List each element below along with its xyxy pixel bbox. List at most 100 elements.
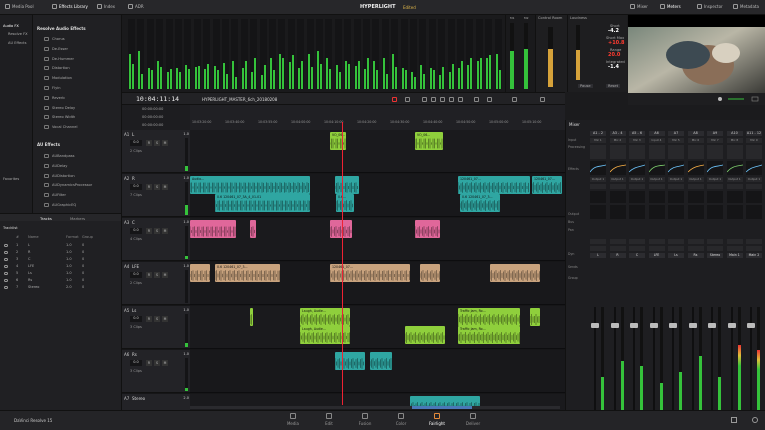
dynamics-graph[interactable] [707,205,723,219]
channel-eq-graph[interactable] [590,161,606,175]
pan-knob-icon[interactable] [629,191,645,203]
channel-output-selector[interactable]: Output 1 [746,177,762,182]
range-tool-icon[interactable] [405,97,410,102]
track-header-a6[interactable]: A6 Rs 1.0 0.0 R S M 3 Clips [122,350,190,393]
pan-knob-icon[interactable] [668,191,684,203]
track-lane-a3[interactable] [190,218,565,261]
tab-markers[interactable]: Markers [70,216,85,221]
channel-bus-slot[interactable] [746,184,762,189]
select-tool-icon[interactable] [392,97,397,102]
channel-effects-slot[interactable] [629,145,645,159]
tracklist-row[interactable]: 2 R 1.0 0 [0,249,121,256]
audio-clip[interactable] [250,220,256,238]
mute-button[interactable]: M [162,316,168,322]
effect-item[interactable]: AUDynamicsProcessor [44,183,92,188]
fader-cap[interactable] [688,323,697,329]
dynamics-graph[interactable] [726,205,743,219]
channel-output-selector[interactable]: Output 1 [668,177,684,182]
channel-eq-graph[interactable] [726,161,743,175]
effect-item[interactable]: Stereo Width [44,115,75,120]
channel-fader[interactable] [590,307,606,415]
solo-button[interactable]: S [154,184,160,190]
channel-fader[interactable] [629,307,645,415]
channel-eq-graph[interactable] [648,161,665,175]
mute-button[interactable]: M [162,184,168,190]
tree-resolve-fx[interactable]: Resolve FX [8,32,28,36]
channel-group-slot[interactable] [746,246,762,251]
record-arm-button[interactable]: R [146,360,152,366]
audio-clip[interactable]: 0.6 120461_07_3A_4_01-01 [215,194,310,212]
channel-fader[interactable] [746,307,762,415]
effect-item[interactable]: Distortion [44,66,70,71]
audio-clip[interactable]: Audio... [190,176,310,194]
channel-sends-slot[interactable] [726,239,743,244]
settings-icon[interactable] [752,417,758,423]
index-button[interactable]: Index [97,4,115,9]
channel-effects-slot[interactable] [707,145,723,159]
channel-sends-slot[interactable] [609,239,626,244]
channel-sends-slot[interactable] [746,239,762,244]
effect-item[interactable]: Flyin [44,86,60,90]
channel-sends-slot[interactable] [590,239,606,244]
pan-knob-icon[interactable] [609,191,626,203]
page-tab-deliver[interactable]: Deliver [458,413,488,426]
page-tab-fairlight[interactable]: Fairlight [422,413,452,426]
pan-knob-icon[interactable] [590,191,606,203]
channel-output-selector[interactable]: Output 1 [726,177,743,182]
channel-eq-graph[interactable] [668,161,684,175]
dynamics-graph[interactable] [746,205,762,219]
channel-output-selector[interactable]: Output 1 [707,177,723,182]
channel-output-selector[interactable]: Output 1 [629,177,645,182]
dynamics-graph[interactable] [590,205,606,219]
dynamics-graph[interactable] [687,205,704,219]
track-lane-a4[interactable]: 0.6 120461_07_3...120461_07... [190,262,565,305]
visibility-eye-icon[interactable] [4,278,8,282]
channel-group-slot[interactable] [590,246,606,251]
channel-effects-slot[interactable] [668,145,684,159]
channel-group-slot[interactable] [687,246,704,251]
track-volume[interactable]: 0.0 [130,184,142,190]
visibility-eye-icon[interactable] [4,250,8,254]
visibility-eye-icon[interactable] [4,257,8,261]
audio-clip[interactable] [250,308,253,326]
channel-fader[interactable] [610,307,626,415]
effect-item[interactable]: AUDistortion [44,173,75,178]
channel-group-slot[interactable] [648,246,665,251]
home-icon[interactable] [731,417,737,423]
audio-clip[interactable] [420,264,440,282]
channel-input-selector[interactable]: Mic 3 [629,138,645,143]
track-lane-a2[interactable]: Audio... 0.6 120461_07_3A_4_01-01 0.6... 12… [190,174,565,217]
effect-item[interactable]: AUBandpass [44,154,75,158]
audio-clip[interactable] [490,264,540,282]
effect-item[interactable]: Reverb [44,95,65,100]
track-volume[interactable]: 0.0 [130,228,142,234]
solo-button[interactable]: S [154,140,160,146]
audio-clip[interactable] [370,352,392,370]
channel-eq-graph[interactable] [687,161,704,175]
effect-item[interactable]: De-Esser [44,46,68,51]
channel-sends-slot[interactable] [707,239,723,244]
channel-fader[interactable] [707,307,723,415]
audio-clip[interactable]: Traffic Jam, Ro... [458,326,520,344]
effect-item[interactable]: Stereo Delay [44,105,75,110]
channel-input-selector[interactable]: Input 4 [648,138,665,143]
channel-input-selector[interactable]: Mic 8 [726,138,743,143]
channel-output-selector[interactable]: Output 1 [648,177,665,182]
channel-fader[interactable] [688,307,704,415]
channel-input-selector[interactable]: Mic 1 [590,138,606,143]
visibility-eye-icon[interactable] [4,285,8,289]
channel-effects-slot[interactable] [687,145,704,159]
video-viewer[interactable] [628,15,765,105]
audio-clip[interactable] [335,352,365,370]
fader-cap[interactable] [727,323,736,329]
record-arm-button[interactable]: R [146,140,152,146]
tracklist-row[interactable]: 7 Stereo 2.0 0 [0,284,121,291]
audio-clip[interactable] [330,220,352,238]
channel-bus-slot[interactable] [648,184,665,189]
record-icon[interactable] [458,97,463,102]
fader-cap[interactable] [747,323,755,329]
playhead[interactable] [342,122,343,405]
audio-clip[interactable]: VO_06... [330,132,346,150]
channel-fader[interactable] [649,307,665,415]
channel-bus-slot[interactable] [629,184,645,189]
